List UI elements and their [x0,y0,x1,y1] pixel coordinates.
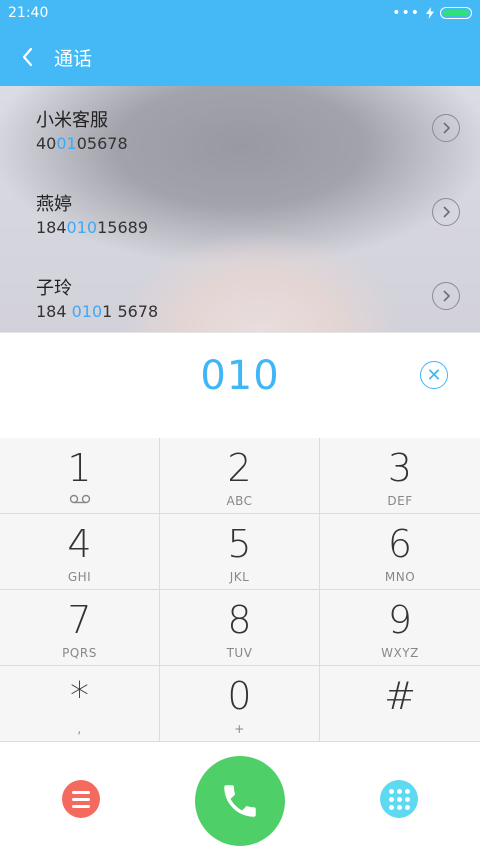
number-segment: 15689 [97,218,148,237]
key-5[interactable]: 5 JKL [160,514,320,590]
number-segment: 05678 [76,134,128,153]
dial-keypad: 1 2 ABC 3 DEF 4 GHI 5 JKL 6 MNO 7 PQRS 8 TUV 9 WXYZ *, 0 + # [0,438,480,742]
key-letters: ABC [226,494,253,508]
status-bar: 21:40 ••• [0,0,480,28]
contact-name: 小米客服 [36,110,108,131]
contact-detail-button[interactable] [432,114,460,142]
contact-name: 燕婷 [36,194,72,215]
contact-detail-button[interactable] [432,282,460,310]
key-letters: MNO [384,570,416,584]
key-letters: JKL [229,570,250,584]
key-letters: WXYZ [381,646,419,660]
key-7[interactable]: 7 PQRS [0,590,160,666]
key-digit: 9 [387,598,413,642]
key-9[interactable]: 9 WXYZ [320,590,480,666]
chevron-right-icon [443,290,451,302]
key-digit: 6 [387,522,413,566]
voicemail-icon [69,494,91,504]
clear-button[interactable]: ✕ [420,361,448,389]
key-digit: 8 [227,598,252,642]
call-button[interactable] [195,756,285,846]
number-match-highlight: 010 [66,218,98,237]
contact-number: 400105678 [36,134,128,153]
key-digit: 7 [67,598,92,642]
key-letters: + [234,722,245,736]
menu-icon [72,790,90,794]
lightning-icon [426,7,434,19]
status-time: 21:40 [8,5,49,21]
number-match-highlight: 010 [71,302,103,321]
key-digit: * [70,674,89,718]
key-digit: 0 [227,674,252,718]
key-star[interactable]: *, [0,666,160,742]
contact-row[interactable]: 子玲 184 0101 5678 [0,254,480,332]
menu-button[interactable] [62,780,100,818]
page-title: 通话 [54,48,93,70]
number-segment: 184 [36,218,67,237]
contact-suggestions: 小米客服 400105678 燕婷 18401015689 子玲 184 0101 567… [0,86,480,332]
key-letters: GHI [67,570,92,584]
key-4[interactable]: 4 GHI [0,514,160,590]
key-letters: DEF [387,494,413,508]
battery-icon [440,7,472,19]
key-digit: 1 [67,446,92,490]
chevron-right-icon [443,206,451,218]
number-segment: 1 5678 [102,302,159,321]
contact-number: 184 0101 5678 [36,302,158,321]
contact-number: 18401015689 [36,218,148,237]
key-digit: 4 [67,522,92,566]
key-digit: 5 [227,522,252,566]
dialpad-icon [388,788,394,794]
contact-detail-button[interactable] [432,198,460,226]
key-hash[interactable]: # [320,666,480,742]
number-segment: 184 [36,302,72,321]
key-digit: 3 [387,446,413,490]
phone-icon [224,785,256,817]
app-header: 通话 [0,28,480,86]
more-notifications-icon: ••• [392,5,420,21]
key-6[interactable]: 6 MNO [320,514,480,590]
key-1[interactable]: 1 [0,438,160,514]
action-bar [0,742,480,853]
key-letters: TUV [226,646,253,660]
number-display-panel: 010 ✕ [0,332,480,439]
dialed-number: 010 [200,353,280,399]
key-2[interactable]: 2 ABC [160,438,320,514]
contact-name: 子玲 [36,278,72,299]
key-0[interactable]: 0 + [160,666,320,742]
chevron-right-icon [443,122,451,134]
contact-row[interactable]: 燕婷 18401015689 [0,170,480,254]
number-segment: 40 [36,134,57,153]
key-digit: 2 [227,446,252,490]
key-3[interactable]: 3 DEF [320,438,480,514]
key-letters: PQRS [62,646,97,660]
key-letters: , [77,722,82,736]
close-icon: ✕ [426,364,442,386]
contact-row[interactable]: 小米客服 400105678 [0,86,480,170]
status-icons: ••• [392,6,472,20]
back-button[interactable] [16,42,40,72]
number-match-highlight: 01 [56,134,77,153]
keypad-toggle-button[interactable] [380,780,418,818]
key-digit: # [384,674,416,718]
key-8[interactable]: 8 TUV [160,590,320,666]
